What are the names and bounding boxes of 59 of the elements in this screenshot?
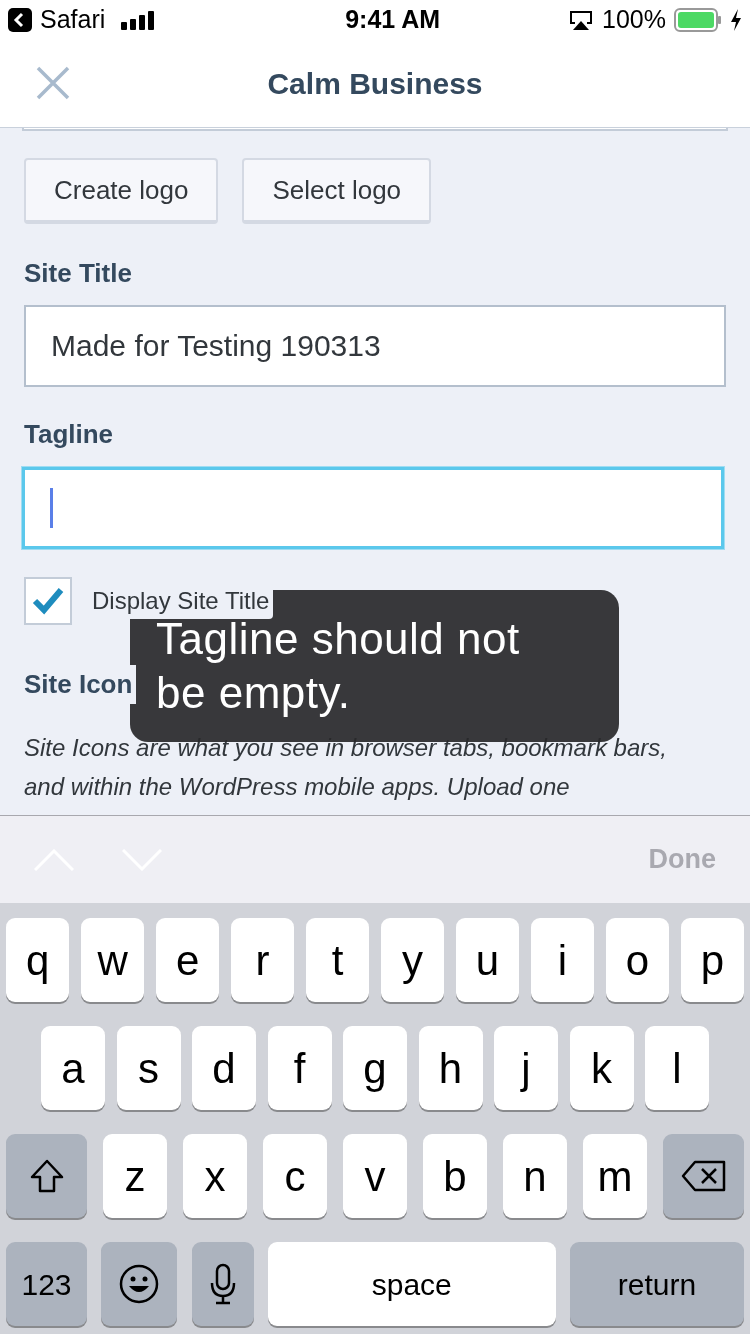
charging-icon xyxy=(730,9,742,31)
key[interactable]: u xyxy=(455,918,520,1002)
key[interactable]: r xyxy=(230,918,295,1002)
return-key[interactable]: return xyxy=(570,1242,744,1326)
key[interactable]: q xyxy=(6,918,70,1002)
checkmark-icon xyxy=(32,587,64,615)
backspace-key[interactable] xyxy=(663,1134,744,1218)
key[interactable]: o xyxy=(605,918,670,1002)
field-label: Tagline xyxy=(24,418,115,451)
battery-icon xyxy=(674,8,722,32)
back-icon[interactable] xyxy=(8,8,32,32)
logo-button[interactable]: Create logo xyxy=(24,158,219,224)
shift-key[interactable] xyxy=(6,1134,87,1218)
key[interactable]: m xyxy=(583,1134,647,1218)
input-field[interactable] xyxy=(22,128,728,131)
logo-button[interactable]: Select logo xyxy=(242,158,432,224)
key[interactable]: l xyxy=(645,1026,709,1110)
key[interactable]: g xyxy=(343,1026,407,1110)
key[interactable]: s xyxy=(116,1026,181,1110)
key[interactable]: c xyxy=(263,1134,327,1218)
key[interactable]: a xyxy=(41,1026,105,1110)
space-key[interactable]: space xyxy=(267,1242,556,1326)
text-cursor xyxy=(50,488,53,528)
header-title: Calm Business xyxy=(267,66,483,102)
airplay-icon xyxy=(568,9,595,31)
numbers-key[interactable]: 123 xyxy=(6,1242,87,1326)
close-icon xyxy=(36,66,70,100)
backspace-icon xyxy=(680,1160,727,1192)
key[interactable]: b xyxy=(423,1134,487,1218)
key[interactable]: j xyxy=(494,1026,558,1110)
checkbox[interactable] xyxy=(24,577,72,625)
input-field[interactable]: Made for Testing 190313 xyxy=(24,305,726,387)
shift-icon xyxy=(28,1159,65,1193)
key[interactable]: f xyxy=(267,1026,332,1110)
battery-percent: 100% xyxy=(602,4,666,36)
microphone-icon xyxy=(209,1263,236,1305)
key[interactable]: y xyxy=(380,918,445,1002)
key[interactable]: k xyxy=(569,1026,634,1110)
key[interactable]: w xyxy=(80,918,145,1002)
mic-key[interactable] xyxy=(191,1242,254,1326)
key[interactable]: e xyxy=(155,918,220,1002)
key[interactable]: n xyxy=(503,1134,567,1218)
input-field[interactable] xyxy=(22,467,724,549)
key[interactable]: x xyxy=(183,1134,247,1218)
key[interactable]: z xyxy=(103,1134,167,1218)
close-button[interactable] xyxy=(36,66,70,100)
field-label: Site Title xyxy=(24,257,133,290)
key[interactable]: i xyxy=(530,918,595,1002)
key[interactable]: d xyxy=(192,1026,256,1110)
emoji-key[interactable] xyxy=(101,1242,178,1326)
emoji-icon xyxy=(119,1264,160,1304)
key[interactable]: v xyxy=(343,1134,407,1218)
section-label: Site Icon xyxy=(24,665,137,704)
key[interactable]: t xyxy=(305,918,370,1002)
description-text: Site Icons are what you see in browser tabs, bookmark bars, and within the WordPress mobile apps. Upload one xyxy=(24,733,668,802)
key[interactable]: p xyxy=(680,918,745,1002)
back-app-label[interactable]: Safari xyxy=(40,1,106,39)
status-time: 9:41 AM xyxy=(345,4,441,36)
key[interactable]: h xyxy=(418,1026,483,1110)
